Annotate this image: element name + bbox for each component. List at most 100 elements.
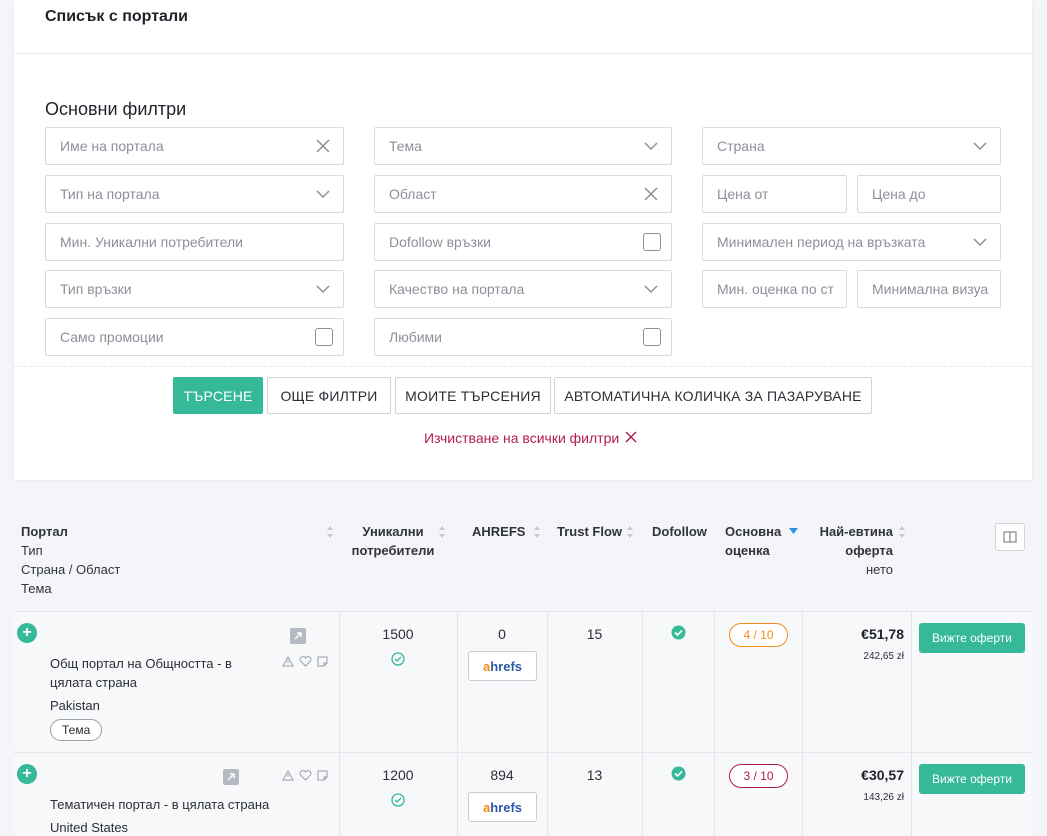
- promotions-only-field[interactable]: Само промоции: [45, 318, 344, 356]
- portal-quality-select[interactable]: Качество на портала: [374, 270, 672, 308]
- header-topic: Тема: [21, 581, 52, 596]
- favorites-label: Любими: [389, 329, 442, 345]
- cell-divider: [802, 753, 803, 836]
- min-visibility-placeholder: Минимална визуа: [872, 281, 989, 297]
- ahrefs-logo-button[interactable]: a hrefs: [468, 651, 537, 681]
- promotions-only-checkbox[interactable]: [315, 328, 333, 346]
- ahrefs-logo-a: a: [482, 658, 491, 674]
- external-link-icon[interactable]: [290, 628, 306, 644]
- column-header-unique-users[interactable]: Уникални потребители: [346, 522, 440, 560]
- header-portal: Портал: [21, 524, 68, 539]
- header-unique-users-line2: потребители: [351, 543, 435, 558]
- price-to-placeholder: Цена до: [872, 186, 926, 202]
- chevron-down-icon: [970, 232, 990, 252]
- price-from-input[interactable]: Цена от: [702, 175, 847, 213]
- link-type-select[interactable]: Тип връзки: [45, 270, 344, 308]
- header-main-rating-line1: Основна: [725, 524, 782, 539]
- ahrefs-value: 894: [490, 767, 514, 783]
- view-offers-button[interactable]: Вижте оферти: [919, 764, 1025, 794]
- chevron-down-icon: [313, 279, 333, 299]
- portal-type-select[interactable]: Тип на портала: [45, 175, 344, 213]
- price-to-input[interactable]: Цена до: [857, 175, 1001, 213]
- rating-badge: 4 / 10: [729, 623, 788, 647]
- price-pln: 143,26 zł: [863, 792, 904, 803]
- warning-icon[interactable]: [282, 656, 294, 667]
- cell-divider: [714, 612, 715, 751]
- sort-icon[interactable]: [898, 525, 906, 539]
- table-row: + Тематичен портал - в цялата страна Uni…: [14, 752, 1032, 836]
- chevron-down-icon: [970, 136, 990, 156]
- min-rating-placeholder: Мин. оценка по ст: [717, 281, 834, 297]
- price-pln: 242,65 zł: [863, 651, 904, 662]
- topic-select[interactable]: Тема: [374, 127, 672, 165]
- divider: [14, 53, 1032, 54]
- page-title: Списък с портали: [45, 8, 188, 25]
- dofollow-checkbox-field[interactable]: Dofollow връзки: [374, 223, 672, 261]
- column-header-cheapest-offer[interactable]: Най-евтина оферта нето: [813, 522, 893, 579]
- search-button[interactable]: ТЪРСЕНЕ: [173, 377, 263, 414]
- verified-check-icon: [391, 793, 405, 807]
- column-header-portal[interactable]: Портал Тип Страна / Област Тема: [21, 522, 120, 598]
- portal-name[interactable]: Тематичен портал - в цялата страна: [50, 795, 269, 814]
- clear-icon[interactable]: [641, 184, 661, 204]
- sort-icon[interactable]: [626, 525, 634, 539]
- portal-name-line1: Общ портал на Общността - в: [50, 656, 232, 671]
- verified-check-icon: [391, 652, 405, 666]
- favorites-checkbox[interactable]: [643, 328, 661, 346]
- min-link-period-select[interactable]: Минимален период на връзката: [702, 223, 1001, 261]
- my-searches-button[interactable]: МОИТЕ ТЪРСЕНИЯ: [395, 377, 551, 414]
- external-link-icon[interactable]: [223, 769, 239, 785]
- add-to-cart-icon[interactable]: +: [17, 764, 37, 784]
- header-cheapest-line2: оферта: [845, 543, 893, 558]
- price-eur: €30,57: [861, 767, 904, 783]
- sort-icon[interactable]: [533, 525, 541, 539]
- cell-divider: [802, 612, 803, 751]
- min-unique-users-placeholder: Мин. Уникални потребители: [60, 234, 243, 250]
- heart-icon[interactable]: [299, 770, 312, 781]
- auto-cart-button[interactable]: АВТОМАТИЧНА КОЛИЧКА ЗА ПАЗАРУВАНЕ: [554, 377, 872, 414]
- dofollow-check-icon: [671, 766, 686, 781]
- chevron-down-icon: [641, 136, 661, 156]
- portal-name-input[interactable]: Име на портала: [45, 127, 344, 165]
- view-offers-button[interactable]: Вижте оферти: [919, 623, 1025, 653]
- close-icon: [625, 430, 637, 446]
- favorites-field[interactable]: Любими: [374, 318, 672, 356]
- sort-desc-icon[interactable]: [789, 528, 798, 534]
- portal-name-line1: Тематичен портал - в цялата страна: [50, 797, 270, 812]
- cell-divider: [642, 612, 643, 751]
- heart-icon[interactable]: [299, 656, 312, 667]
- column-header-ahrefs[interactable]: AHREFS: [472, 522, 525, 541]
- country-placeholder: Страна: [717, 138, 765, 154]
- column-header-trust-flow[interactable]: Trust Flow: [557, 522, 622, 541]
- dofollow-label: Dofollow връзки: [389, 234, 491, 250]
- more-filters-button[interactable]: ОЩЕ ФИЛТРИ: [267, 377, 391, 414]
- portal-country: Pakistan: [50, 698, 100, 713]
- region-input[interactable]: Област: [374, 175, 672, 213]
- min-visibility-input[interactable]: Минимална визуа: [857, 270, 1001, 308]
- clear-all-filters-link[interactable]: Изчистване на всички филтри: [424, 430, 637, 446]
- ahrefs-logo-button[interactable]: a hrefs: [468, 792, 537, 822]
- column-header-dofollow[interactable]: Dofollow: [652, 522, 707, 541]
- ahrefs-value: 0: [498, 626, 506, 642]
- min-unique-users-input[interactable]: Мин. Уникални потребители: [45, 223, 344, 261]
- column-header-main-rating[interactable]: Основна оценка: [725, 522, 781, 560]
- add-to-cart-icon[interactable]: +: [17, 623, 37, 643]
- portal-name[interactable]: Общ портал на Общността - в цялата стран…: [50, 654, 232, 692]
- sort-icon[interactable]: [326, 525, 334, 539]
- sort-icon[interactable]: [438, 525, 446, 539]
- chevron-down-icon: [641, 279, 661, 299]
- header-unique-users-line1: Уникални: [362, 524, 424, 539]
- ahrefs-logo-rest: hrefs: [490, 799, 523, 815]
- portal-name-placeholder: Име на портала: [60, 138, 164, 154]
- note-icon[interactable]: [317, 770, 328, 781]
- country-select[interactable]: Страна: [702, 127, 1001, 165]
- columns-toggle-button[interactable]: [995, 523, 1025, 551]
- promotions-only-label: Само промоции: [60, 329, 164, 345]
- warning-icon[interactable]: [282, 770, 294, 781]
- note-icon[interactable]: [317, 656, 328, 667]
- clear-icon[interactable]: [313, 136, 333, 156]
- portal-actions: [282, 656, 328, 667]
- rating-badge: 3 / 10: [729, 764, 788, 788]
- min-rating-input[interactable]: Мин. оценка по ст: [702, 270, 847, 308]
- dofollow-checkbox[interactable]: [643, 233, 661, 251]
